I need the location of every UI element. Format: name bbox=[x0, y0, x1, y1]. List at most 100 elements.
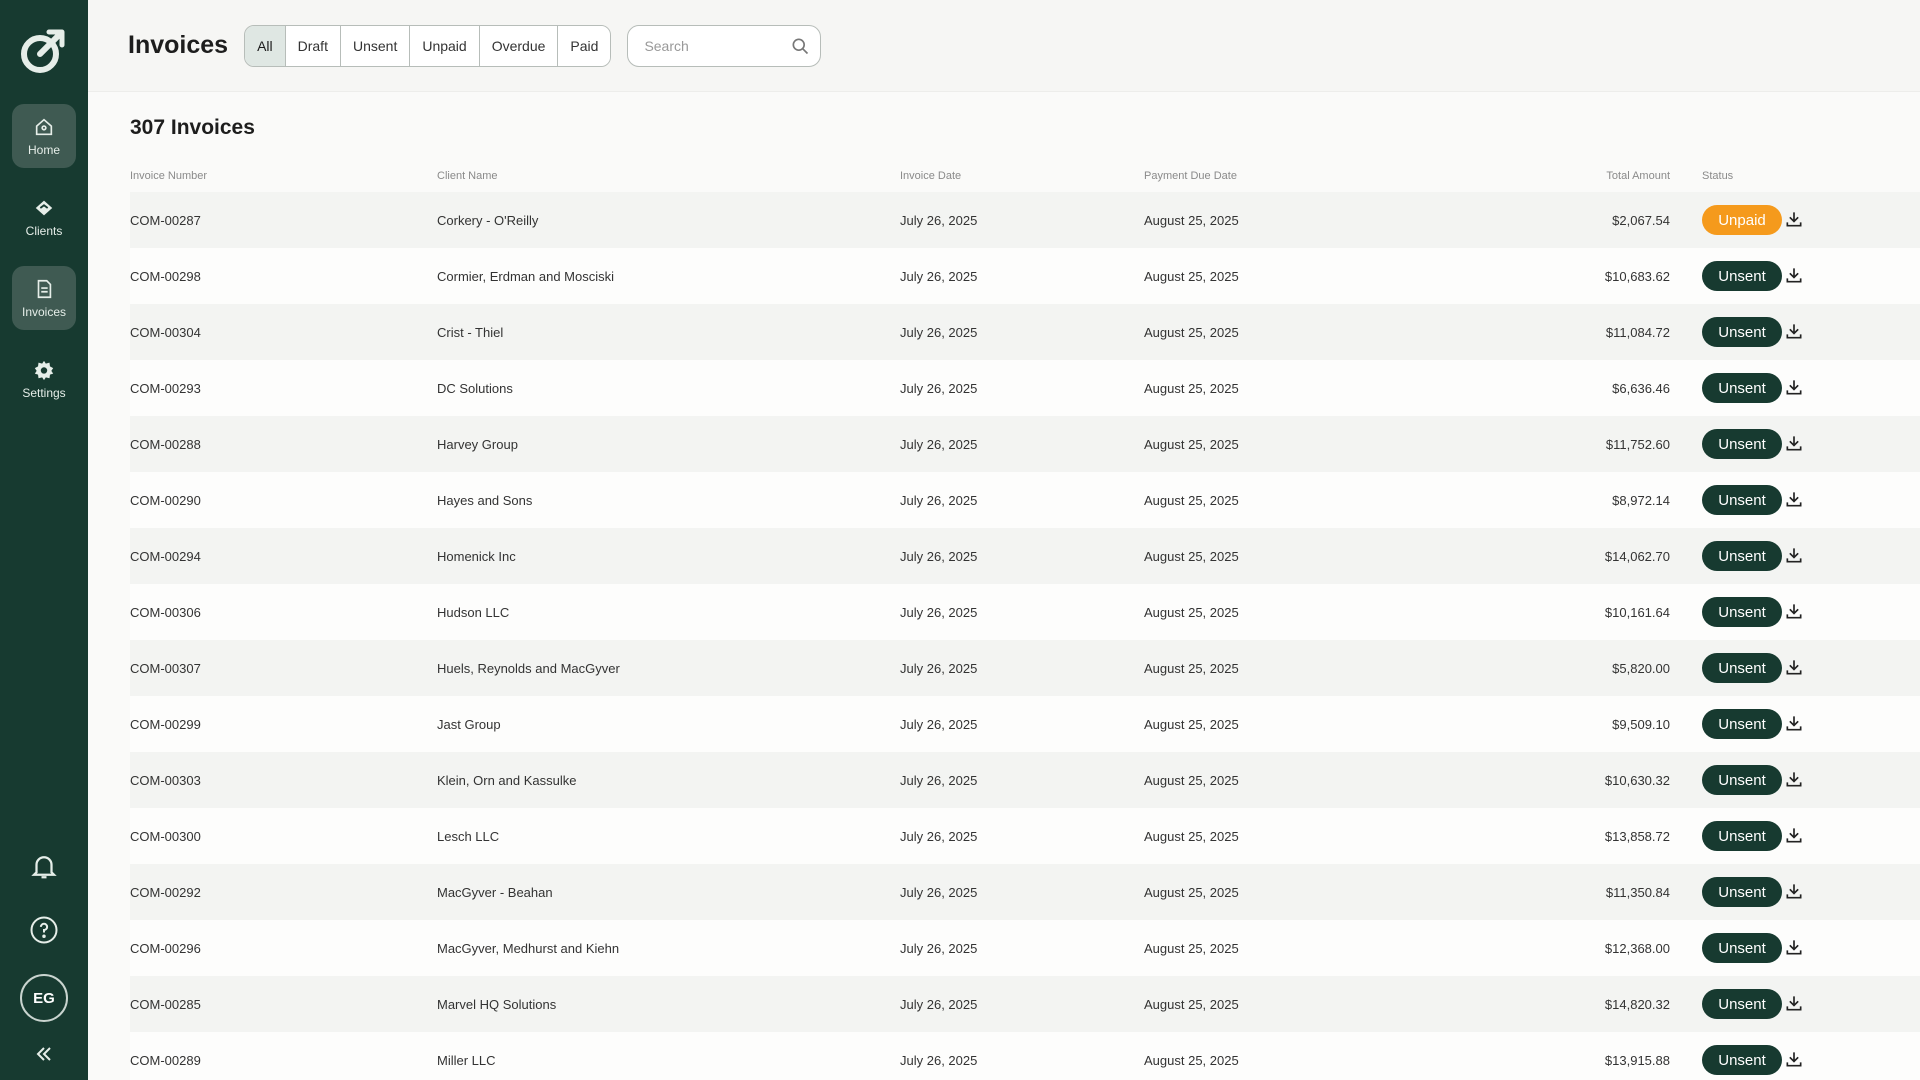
table-row[interactable]: COM-00294 Homenick Inc July 26, 2025 August… bbox=[130, 528, 1920, 584]
status-badge[interactable]: Unsent bbox=[1702, 1045, 1782, 1075]
due-date-cell: August 25, 2025 bbox=[1144, 808, 1494, 864]
invoice-number-cell: COM-00300 bbox=[130, 808, 437, 864]
client-name-cell: Harvey Group bbox=[437, 416, 900, 472]
table-row[interactable]: COM-00285 Marvel HQ Solutions July 26, 202… bbox=[130, 976, 1920, 1032]
collapse-sidebar-icon[interactable] bbox=[32, 1042, 56, 1066]
status-badge[interactable]: Unsent bbox=[1702, 877, 1782, 907]
column-header-invoice-date[interactable]: Invoice Date bbox=[900, 170, 1144, 192]
sidebar-item-settings[interactable]: Settings bbox=[12, 347, 76, 411]
table-row[interactable]: COM-00288 Harvey Group July 26, 2025 August… bbox=[130, 416, 1920, 472]
client-name-cell: Huels, Reynolds and MacGyver bbox=[437, 640, 900, 696]
filter-all[interactable]: All bbox=[245, 25, 286, 66]
table-row[interactable]: COM-00287 Corkery - O'Reilly July 26, 2025… bbox=[130, 192, 1920, 248]
column-header-invoice-number[interactable]: Invoice Number bbox=[130, 170, 437, 192]
download-icon[interactable] bbox=[1784, 657, 1804, 677]
table-row[interactable]: COM-00292 MacGyver - Beahan July 26, 2025 A… bbox=[130, 864, 1920, 920]
search-icon[interactable] bbox=[790, 36, 810, 56]
download-icon[interactable] bbox=[1784, 881, 1804, 901]
status-badge[interactable]: Unsent bbox=[1702, 765, 1782, 795]
status-badge[interactable]: Unsent bbox=[1702, 317, 1782, 347]
status-badge[interactable]: Unsent bbox=[1702, 933, 1782, 963]
due-date-cell: August 25, 2025 bbox=[1144, 920, 1494, 976]
invoice-number-cell: COM-00299 bbox=[130, 696, 437, 752]
client-name-cell: Hudson LLC bbox=[437, 584, 900, 640]
client-name-cell: MacGyver, Medhurst and Kiehn bbox=[437, 920, 900, 976]
invoice-date-cell: July 26, 2025 bbox=[900, 696, 1144, 752]
filter-overdue[interactable]: Overdue bbox=[479, 25, 559, 66]
table-row[interactable]: COM-00306 Hudson LLC July 26, 2025 August 2… bbox=[130, 584, 1920, 640]
due-date-cell: August 25, 2025 bbox=[1144, 192, 1494, 248]
due-date-cell: August 25, 2025 bbox=[1144, 696, 1494, 752]
status-badge[interactable]: Unsent bbox=[1702, 821, 1782, 851]
total-amount-cell: $2,067.54 bbox=[1494, 192, 1670, 248]
search-input[interactable] bbox=[644, 37, 791, 54]
table-row[interactable]: COM-00298 Cormier, Erdman and Mosciski Jul… bbox=[130, 248, 1920, 304]
status-badge[interactable]: Unsent bbox=[1702, 653, 1782, 683]
download-icon[interactable] bbox=[1784, 769, 1804, 789]
avatar[interactable]: EG bbox=[20, 974, 68, 1022]
table-row[interactable]: COM-00304 Crist - Thiel July 26, 2025 Augus… bbox=[130, 304, 1920, 360]
invoice-date-cell: July 26, 2025 bbox=[900, 752, 1144, 808]
status-cell: Unsent bbox=[1670, 416, 1782, 472]
status-badge[interactable]: Unsent bbox=[1702, 989, 1782, 1019]
table-row[interactable]: COM-00289 Miller LLC July 26, 2025 August 2… bbox=[130, 1032, 1920, 1080]
client-name-cell: Corkery - O'Reilly bbox=[437, 192, 900, 248]
table-row[interactable]: COM-00300 Lesch LLC July 26, 2025 August 25… bbox=[130, 808, 1920, 864]
column-header-total-amount[interactable]: Total Amount bbox=[1494, 170, 1670, 192]
download-icon[interactable] bbox=[1784, 713, 1804, 733]
status-badge[interactable]: Unsent bbox=[1702, 261, 1782, 291]
download-icon[interactable] bbox=[1784, 937, 1804, 957]
download-icon[interactable] bbox=[1784, 993, 1804, 1013]
app-logo[interactable] bbox=[16, 22, 72, 78]
status-badge[interactable]: Unsent bbox=[1702, 485, 1782, 515]
invoice-number-cell: COM-00292 bbox=[130, 864, 437, 920]
column-header-payment-due-date[interactable]: Payment Due Date bbox=[1144, 170, 1494, 192]
filter-unpaid[interactable]: Unpaid bbox=[410, 25, 480, 66]
status-badge[interactable]: Unsent bbox=[1702, 429, 1782, 459]
filter-paid[interactable]: Paid bbox=[558, 25, 611, 66]
table-row[interactable]: COM-00293 DC Solutions July 26, 2025 August… bbox=[130, 360, 1920, 416]
invoice-date-cell: July 26, 2025 bbox=[900, 584, 1144, 640]
status-badge[interactable]: Unsent bbox=[1702, 597, 1782, 627]
invoice-date-cell: July 26, 2025 bbox=[900, 864, 1144, 920]
download-icon[interactable] bbox=[1784, 321, 1804, 341]
table-row[interactable]: COM-00307 Huels, Reynolds and MacGyver Jul… bbox=[130, 640, 1920, 696]
sidebar-item-invoices[interactable]: Invoices bbox=[12, 266, 76, 330]
download-icon[interactable] bbox=[1784, 489, 1804, 509]
download-icon[interactable] bbox=[1784, 433, 1804, 453]
download-icon[interactable] bbox=[1784, 209, 1804, 229]
download-icon[interactable] bbox=[1784, 1049, 1804, 1069]
download-icon[interactable] bbox=[1784, 377, 1804, 397]
table-row[interactable]: COM-00303 Klein, Orn and Kassulke July 26,… bbox=[130, 752, 1920, 808]
invoice-date-cell: July 26, 2025 bbox=[900, 640, 1144, 696]
download-icon[interactable] bbox=[1784, 601, 1804, 621]
notifications-button[interactable] bbox=[24, 846, 64, 886]
download-icon[interactable] bbox=[1784, 825, 1804, 845]
handshake-icon bbox=[35, 200, 53, 215]
table-row[interactable]: COM-00299 Jast Group July 26, 2025 August 2… bbox=[130, 696, 1920, 752]
help-button[interactable] bbox=[24, 910, 64, 950]
download-icon[interactable] bbox=[1784, 545, 1804, 565]
download-cell bbox=[1770, 416, 1920, 472]
column-header-client-name[interactable]: Client Name bbox=[437, 170, 900, 192]
sidebar-item-home[interactable]: Home bbox=[12, 104, 76, 168]
status-badge[interactable]: Unsent bbox=[1702, 709, 1782, 739]
status-badge[interactable]: Unpaid bbox=[1702, 205, 1782, 235]
due-date-cell: August 25, 2025 bbox=[1144, 752, 1494, 808]
download-cell bbox=[1770, 864, 1920, 920]
download-cell bbox=[1770, 1032, 1920, 1080]
invoice-number-cell: COM-00304 bbox=[130, 304, 437, 360]
download-icon[interactable] bbox=[1784, 265, 1804, 285]
status-badge[interactable]: Unsent bbox=[1702, 373, 1782, 403]
client-name-cell: Homenick Inc bbox=[437, 528, 900, 584]
filter-draft[interactable]: Draft bbox=[285, 25, 341, 66]
download-cell bbox=[1770, 304, 1920, 360]
status-badge[interactable]: Unsent bbox=[1702, 541, 1782, 571]
sidebar-item-clients[interactable]: Clients bbox=[12, 185, 76, 249]
table-row[interactable]: COM-00296 MacGyver, Medhurst and Kiehn Jul… bbox=[130, 920, 1920, 976]
filter-unsent[interactable]: Unsent bbox=[340, 25, 411, 66]
column-header-status[interactable]: Status bbox=[1670, 170, 1770, 192]
table-row[interactable]: COM-00290 Hayes and Sons July 26, 2025 Augu… bbox=[130, 472, 1920, 528]
gear-icon bbox=[34, 360, 54, 380]
status-cell: Unsent bbox=[1670, 304, 1782, 360]
